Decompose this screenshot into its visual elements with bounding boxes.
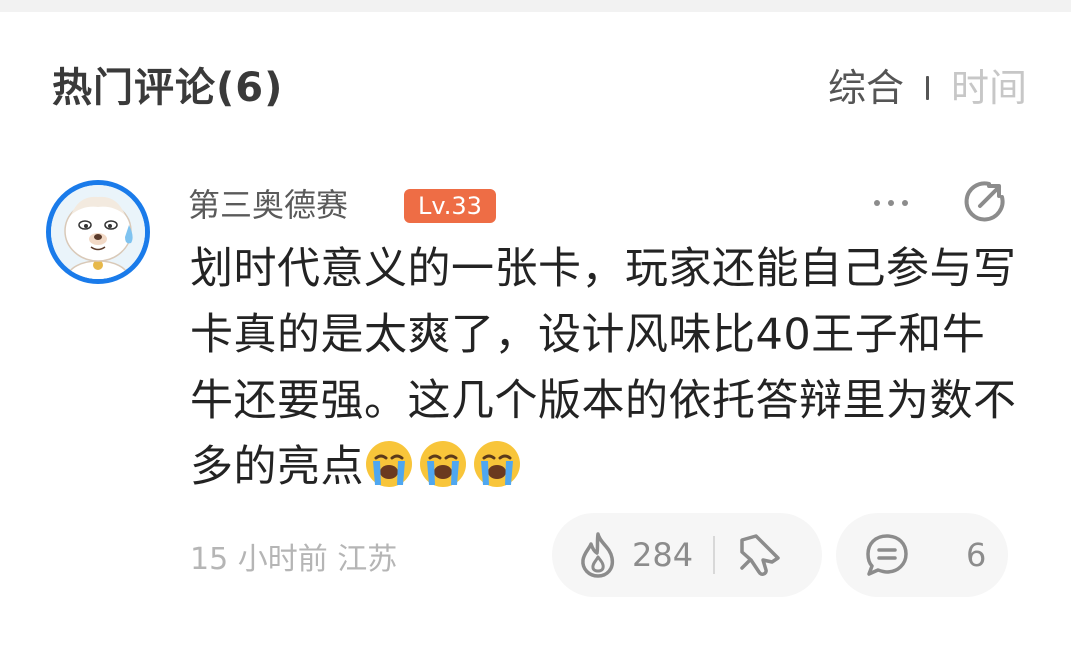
avatar[interactable] <box>46 180 150 284</box>
pill-divider <box>713 536 716 574</box>
like-count: 284 <box>632 536 694 574</box>
comment-time: 15 小时前 <box>190 542 328 577</box>
reply-button[interactable]: 6 <box>836 513 1008 597</box>
loudly-crying-face-icon <box>366 441 412 487</box>
comment-text: 划时代意义的一张卡，玩家还能自己参与写卡真的是太爽了，设计风味比40王子和牛牛还… <box>190 244 1017 492</box>
share-icon[interactable] <box>962 178 1008 224</box>
like-button[interactable]: 284 <box>552 513 693 597</box>
loudly-crying-face-icon <box>474 441 520 487</box>
reply-count: 6 <box>966 536 987 574</box>
avatar-image <box>51 185 145 279</box>
reaction-pill: 284 <box>552 513 822 597</box>
comment-bubble-icon <box>866 534 908 576</box>
sort-divider <box>925 76 929 100</box>
flame-icon <box>581 532 615 578</box>
sort-tab-time[interactable]: 时间 <box>951 64 1027 112</box>
comment-section: 热门评论(6) 综合 时间 第三奥德赛 Lv.33 划时代意义的一张卡，玩家还能… <box>0 0 1071 645</box>
section-title: 热门评论(6) <box>52 65 284 111</box>
username[interactable]: 第三奥德赛 <box>188 182 348 228</box>
sort-tab-comprehensive[interactable]: 综合 <box>828 64 904 112</box>
comment-text-block: 划时代意义的一张卡，玩家还能自己参与写卡真的是太爽了，设计风味比40王子和牛牛还… <box>190 236 1020 500</box>
level-badge: Lv.33 <box>404 189 496 223</box>
thumbs-down-icon <box>740 534 780 576</box>
more-icon[interactable] <box>866 190 916 216</box>
loudly-crying-face-icon <box>420 441 466 487</box>
comment-meta: 15 小时前 江苏 <box>190 540 397 580</box>
comment-location: 江苏 <box>337 542 398 577</box>
sort-tabs: 综合 时间 <box>828 64 1027 112</box>
dislike-button[interactable] <box>725 513 795 597</box>
top-divider <box>0 0 1071 12</box>
